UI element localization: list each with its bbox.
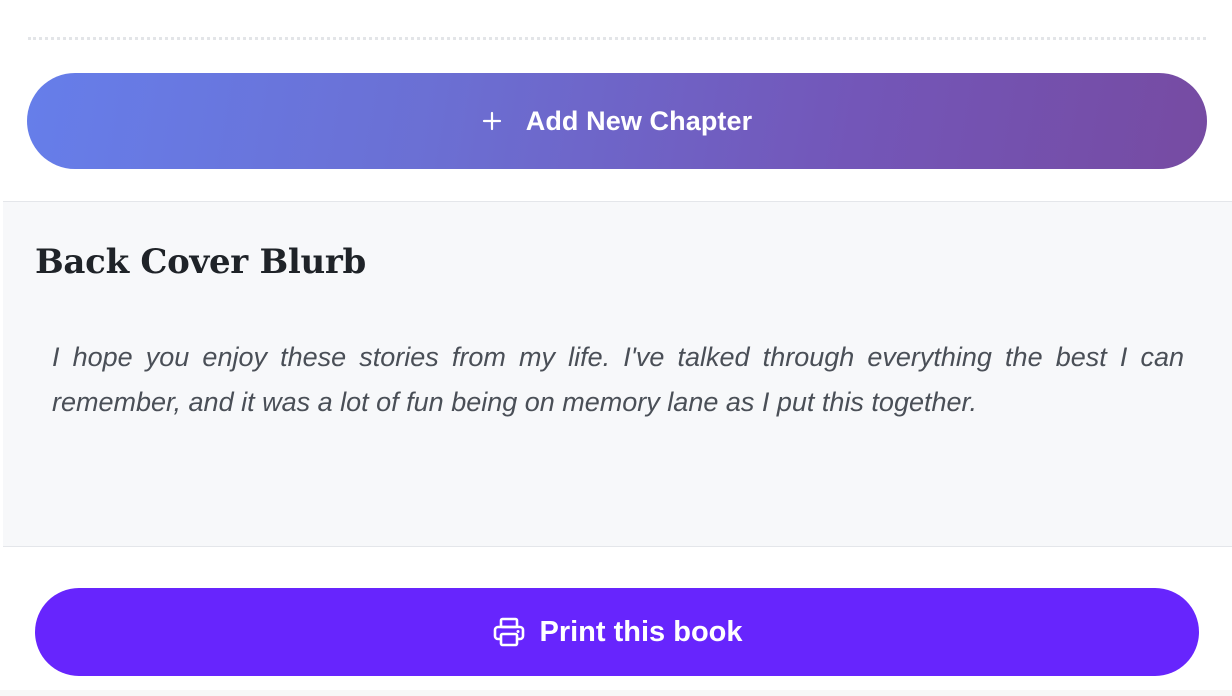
print-book-button[interactable]: Print this book xyxy=(35,588,1199,676)
plus-icon xyxy=(482,111,502,131)
dotted-divider xyxy=(28,37,1206,40)
back-cover-blurb-section: Back Cover Blurb I hope you enjoy these … xyxy=(3,201,1232,547)
printer-icon xyxy=(492,617,526,647)
book-editor-page: Add New Chapter Back Cover Blurb I hope … xyxy=(0,0,1232,696)
add-new-chapter-label: Add New Chapter xyxy=(525,105,753,136)
bottom-strip xyxy=(0,690,1232,696)
blurb-text[interactable]: I hope you enjoy these stories from my l… xyxy=(52,335,1184,425)
print-book-label: Print this book xyxy=(539,615,743,648)
add-new-chapter-button[interactable]: Add New Chapter xyxy=(27,73,1207,169)
blurb-title: Back Cover Blurb xyxy=(35,242,366,282)
